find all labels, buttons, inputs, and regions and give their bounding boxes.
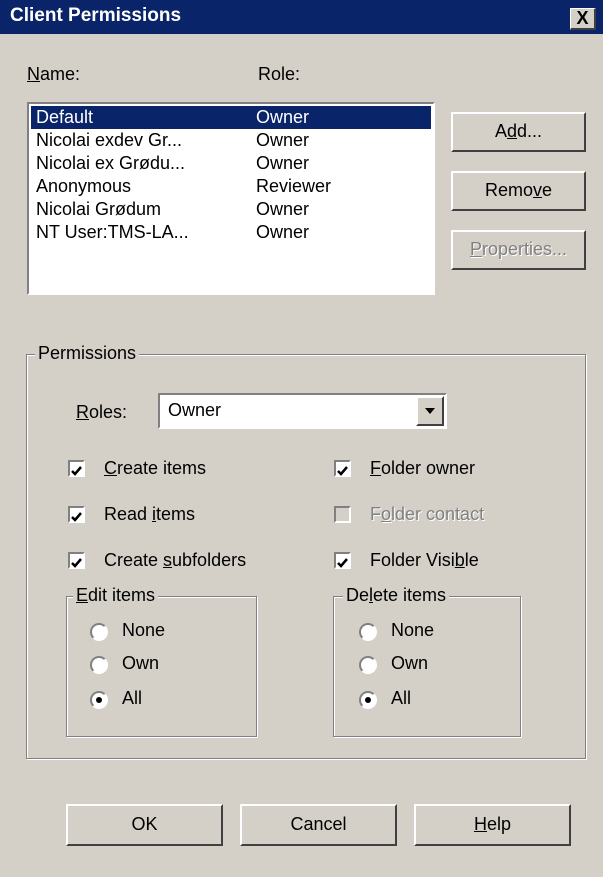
roles-dropdown[interactable]: Owner bbox=[158, 393, 447, 429]
folder-visible-checkbox[interactable] bbox=[334, 552, 351, 569]
radio-dot-icon bbox=[96, 697, 102, 703]
edit-own-label: Own bbox=[122, 653, 160, 673]
delete-items-legend: Delete items bbox=[343, 585, 450, 606]
checkmark-icon bbox=[71, 558, 82, 568]
read-items-label: Read items bbox=[104, 504, 196, 524]
roles-dropdown-value: Owner bbox=[168, 400, 222, 420]
delete-own-label: Own bbox=[391, 653, 429, 673]
cancel-button[interactable]: Cancel bbox=[240, 804, 397, 846]
list-item-name: Default bbox=[36, 107, 94, 127]
close-button[interactable]: X bbox=[570, 8, 596, 30]
list-item-name: Nicolai Grødum bbox=[36, 199, 162, 219]
list-item-role: Owner bbox=[256, 153, 310, 173]
folder-owner-label: Folder owner bbox=[370, 458, 476, 478]
list-item-name: NT User:TMS-LA... bbox=[36, 222, 189, 242]
create-subfolders-checkbox[interactable] bbox=[68, 552, 85, 569]
checkmark-icon bbox=[71, 512, 82, 522]
roles-label: Roles: bbox=[76, 402, 128, 422]
role-column-header: Role: bbox=[258, 64, 301, 84]
list-item-name: Nicolai ex Grødu... bbox=[36, 153, 186, 173]
list-item-name: Anonymous bbox=[36, 176, 132, 196]
list-item[interactable]: NT User:TMS-LA... Owner bbox=[31, 221, 431, 244]
create-items-checkbox[interactable] bbox=[68, 460, 85, 477]
folder-visible-label: Folder Visible bbox=[370, 550, 479, 570]
remove-button[interactable]: Remove bbox=[451, 171, 586, 211]
list-item[interactable]: Anonymous Reviewer bbox=[31, 175, 431, 198]
dropdown-button[interactable] bbox=[416, 396, 444, 426]
edit-none-radio[interactable] bbox=[90, 623, 108, 641]
radio-dot-icon bbox=[365, 697, 371, 703]
create-items-label: Create items bbox=[104, 458, 207, 478]
folder-owner-checkbox[interactable] bbox=[334, 460, 351, 477]
help-button[interactable]: Help bbox=[414, 804, 571, 846]
edit-all-radio[interactable] bbox=[90, 691, 108, 709]
users-list[interactable]: Default Owner Nicolai exdev Gr... Owner Nico… bbox=[27, 102, 435, 295]
delete-all-label: All bbox=[391, 688, 412, 708]
list-item-role: Owner bbox=[256, 222, 310, 242]
edit-all-label: All bbox=[122, 688, 143, 708]
edit-items-legend: Edit items bbox=[73, 585, 159, 606]
list-item-role: Owner bbox=[256, 199, 310, 219]
window-title: Client Permissions bbox=[10, 5, 182, 26]
delete-all-radio[interactable] bbox=[359, 691, 377, 709]
chevron-down-icon bbox=[425, 408, 435, 414]
create-subfolders-label: Create subfolders bbox=[104, 550, 247, 570]
ok-button[interactable]: OK bbox=[66, 804, 223, 846]
folder-contact-checkbox[interactable] bbox=[334, 506, 351, 523]
add-button[interactable]: Add... bbox=[451, 112, 586, 152]
read-items-checkbox[interactable] bbox=[68, 506, 85, 523]
list-item-name: Nicolai exdev Gr... bbox=[36, 130, 183, 150]
close-icon: X bbox=[576, 8, 589, 28]
list-item-role: Owner bbox=[256, 107, 310, 127]
folder-contact-label: Folder contact bbox=[370, 504, 485, 524]
list-item[interactable]: Nicolai Grødum Owner bbox=[31, 198, 431, 221]
permissions-legend: Permissions bbox=[35, 343, 140, 364]
edit-none-label: None bbox=[122, 620, 166, 640]
edit-own-radio[interactable] bbox=[90, 656, 108, 674]
delete-none-radio[interactable] bbox=[359, 623, 377, 641]
checkmark-icon bbox=[337, 558, 348, 568]
properties-button[interactable]: Properties... bbox=[451, 230, 586, 270]
name-column-header: Name: bbox=[27, 64, 81, 84]
list-item[interactable]: Default Owner bbox=[31, 106, 431, 129]
list-item[interactable]: Nicolai exdev Gr... Owner bbox=[31, 129, 431, 152]
checkmark-icon bbox=[71, 466, 82, 476]
list-item[interactable]: Nicolai ex Grødu... Owner bbox=[31, 152, 431, 175]
delete-none-label: None bbox=[391, 620, 435, 640]
list-item-role: Reviewer bbox=[256, 176, 332, 196]
delete-own-radio[interactable] bbox=[359, 656, 377, 674]
list-item-role: Owner bbox=[256, 130, 310, 150]
checkmark-icon bbox=[337, 466, 348, 476]
